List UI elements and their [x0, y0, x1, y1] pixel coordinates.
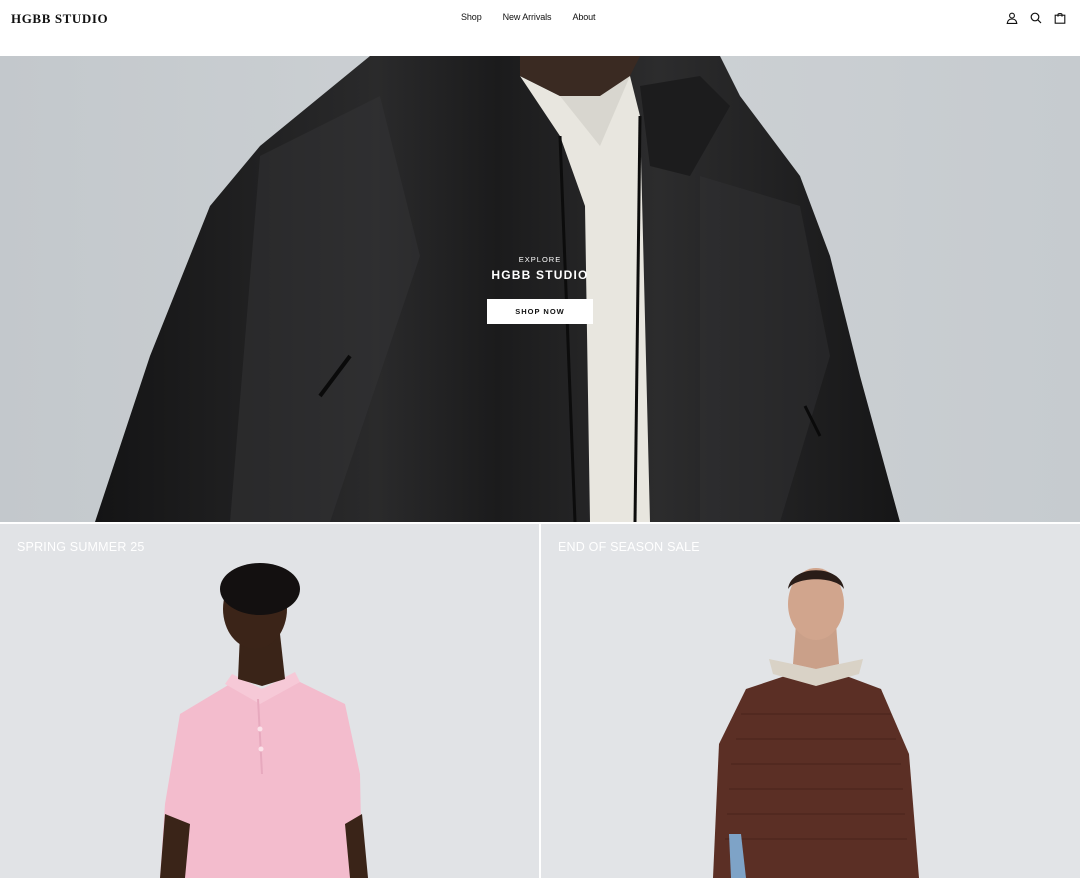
bag-icon[interactable]: [1053, 11, 1067, 25]
search-icon[interactable]: [1029, 11, 1043, 25]
tile-end-of-season-sale[interactable]: END OF SEASON SALE: [541, 524, 1080, 878]
nav-new-arrivals[interactable]: New Arrivals: [503, 12, 552, 22]
tile-label: END OF SEASON SALE: [558, 540, 700, 554]
main-nav: Shop New Arrivals About: [461, 12, 596, 22]
spring-summer-image: [160, 563, 368, 878]
hero-title: HGBB STUDIO: [491, 268, 589, 282]
category-tiles: SPRING SUMMER 25 END OF SEASON SALE: [0, 524, 1080, 878]
account-icon[interactable]: [1005, 11, 1019, 25]
tile-label: SPRING SUMMER 25: [17, 540, 145, 554]
end-of-season-sale-image: [713, 568, 919, 878]
hero-image: [0, 56, 1080, 522]
tile-spring-summer[interactable]: SPRING SUMMER 25: [0, 524, 539, 878]
hero-eyebrow: EXPLORE: [518, 255, 562, 264]
hero-banner: EXPLORE HGBB STUDIO SHOP NOW: [0, 56, 1080, 522]
header-icons: [1005, 11, 1067, 25]
nav-shop[interactable]: Shop: [461, 12, 482, 22]
brand-logo[interactable]: HGBB STUDIO: [11, 11, 108, 27]
site-header: HGBB STUDIO Shop New Arrivals About: [0, 0, 1080, 56]
nav-about[interactable]: About: [572, 12, 595, 22]
shop-now-button[interactable]: SHOP NOW: [487, 299, 593, 324]
